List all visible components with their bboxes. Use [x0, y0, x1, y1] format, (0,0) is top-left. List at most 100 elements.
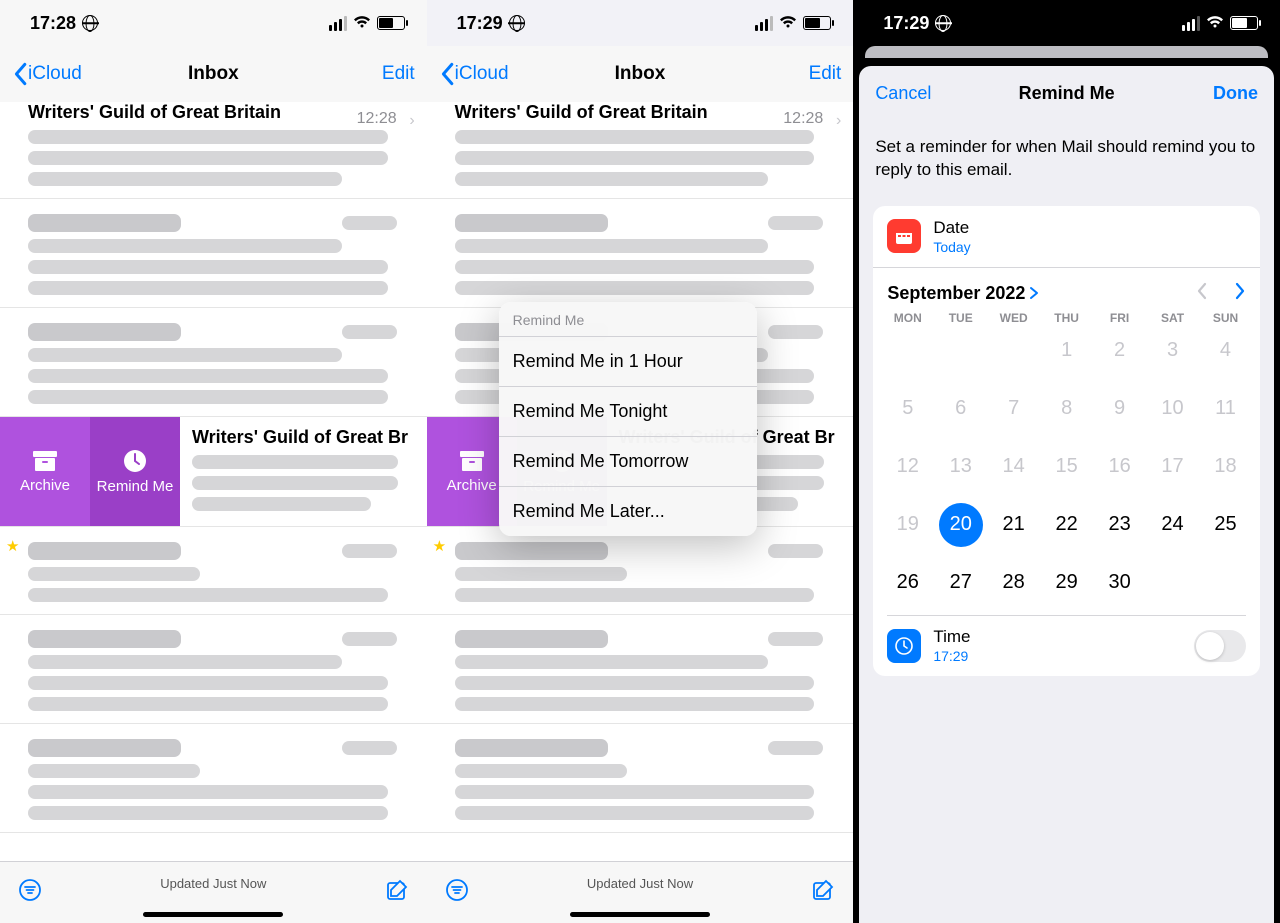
calendar-day[interactable]: 22	[1040, 503, 1093, 547]
edit-button[interactable]: Edit	[809, 63, 842, 85]
sheet-description: Set a reminder for when Mail should remi…	[859, 120, 1274, 206]
calendar-day[interactable]: 11	[1199, 387, 1252, 431]
calendar-day[interactable]: 3	[1146, 329, 1199, 373]
calendar-day[interactable]: 20	[934, 503, 987, 547]
location-icon	[935, 15, 951, 31]
calendar-day[interactable]: 27	[934, 561, 987, 605]
toolbar: Updated Just Now	[0, 861, 427, 923]
calendar-day[interactable]: 25	[1199, 503, 1252, 547]
pane-inbox-swipe: 17:28 iCloud Inbox Edit Writers' Guild o…	[0, 0, 427, 923]
home-indicator[interactable]	[143, 912, 283, 917]
cellular-icon	[1182, 16, 1200, 31]
calendar-day[interactable]: 10	[1146, 387, 1199, 431]
done-button[interactable]: Done	[1213, 83, 1258, 104]
status-time: 17:28	[30, 13, 76, 34]
mail-row[interactable]: Writers' Guild of Great Britain 12:28 ›	[0, 102, 427, 199]
mail-row[interactable]: ★	[0, 527, 427, 615]
mail-list[interactable]: Writers' Guild of Great Britain 12:28 › …	[0, 102, 427, 861]
reminder-card: Date Today September 2022 MONTUEWEDTHUFR…	[873, 206, 1260, 677]
calendar-day[interactable]: 23	[1093, 503, 1146, 547]
sender: Writers' Guild of Great Britain	[28, 102, 411, 123]
pane-remind-sheet: 17:29 Cancel Remind Me Done Set a remind…	[853, 0, 1280, 923]
calendar-day[interactable]: 6	[934, 387, 987, 431]
cancel-button[interactable]: Cancel	[875, 83, 931, 104]
cellular-icon	[329, 16, 347, 31]
calendar-day[interactable]: 5	[881, 387, 934, 431]
chevron-right-icon: ›	[409, 112, 414, 130]
remind-tonight-option[interactable]: Remind Me Tonight	[499, 387, 757, 437]
calendar-day[interactable]: 12	[881, 445, 934, 489]
calendar-day[interactable]: 1	[1040, 329, 1093, 373]
status-bar: 17:29	[853, 0, 1280, 46]
calendar-day[interactable]: 24	[1146, 503, 1199, 547]
home-indicator[interactable]	[570, 912, 710, 917]
next-month-button[interactable]	[1234, 282, 1246, 305]
clock-icon	[887, 629, 921, 663]
time-value: 17:29	[933, 648, 970, 664]
prev-month-button[interactable]	[1196, 282, 1208, 305]
calendar-grid: 1234567891011121314151617181920212223242…	[873, 325, 1260, 615]
calendar-day[interactable]: 17	[1146, 445, 1199, 489]
calendar-day[interactable]: 4	[1199, 329, 1252, 373]
time-row[interactable]: Time 17:29	[873, 615, 1260, 676]
sheet-nav: Cancel Remind Me Done	[859, 66, 1274, 120]
toolbar: Updated Just Now	[427, 861, 854, 923]
mail-row[interactable]	[0, 199, 427, 308]
wifi-icon	[1206, 13, 1224, 34]
mail-row-swiped[interactable]: Archive Remind Me Writers' Guild of Grea…	[0, 417, 427, 527]
location-icon	[82, 15, 98, 31]
calendar-day	[1146, 561, 1199, 605]
calendar-day[interactable]: 26	[881, 561, 934, 605]
status-bar: 17:28	[0, 0, 427, 46]
archive-icon	[32, 450, 58, 472]
mail-row[interactable]	[427, 199, 854, 308]
remind-tomorrow-option[interactable]: Remind Me Tomorrow	[499, 437, 757, 487]
calendar-day[interactable]: 14	[987, 445, 1040, 489]
calendar-day[interactable]: 13	[934, 445, 987, 489]
calendar-day[interactable]: 18	[1199, 445, 1252, 489]
month-picker[interactable]: September 2022	[887, 283, 1039, 304]
swipe-archive-button[interactable]: Archive	[0, 417, 90, 526]
mail-row[interactable]: Writers' Guild of Great Britain 12:28 ›	[427, 102, 854, 199]
date-row[interactable]: Date Today	[873, 206, 1260, 268]
mail-row[interactable]: ★	[427, 527, 854, 615]
date-label: Date	[933, 218, 970, 238]
calendar-day[interactable]: 21	[987, 503, 1040, 547]
calendar-header: September 2022	[873, 268, 1260, 311]
back-button[interactable]: iCloud	[12, 62, 82, 86]
mail-row[interactable]	[0, 308, 427, 417]
calendar-day[interactable]: 28	[987, 561, 1040, 605]
calendar-day[interactable]: 19	[881, 503, 934, 547]
mail-row[interactable]	[427, 724, 854, 833]
edit-button[interactable]: Edit	[382, 63, 415, 85]
time-toggle[interactable]	[1194, 630, 1246, 662]
calendar-day[interactable]: 16	[1093, 445, 1146, 489]
cellular-icon	[755, 16, 773, 31]
mail-row[interactable]	[0, 615, 427, 724]
mail-list[interactable]: Writers' Guild of Great Britain 12:28 › …	[427, 102, 854, 861]
wifi-icon	[779, 13, 797, 34]
calendar-day[interactable]: 9	[1093, 387, 1146, 431]
days-of-week: MONTUEWEDTHUFRISATSUN	[873, 311, 1260, 325]
status-time: 17:29	[883, 13, 929, 34]
status-time: 17:29	[457, 13, 503, 34]
calendar-day[interactable]: 8	[1040, 387, 1093, 431]
calendar-day	[881, 329, 934, 373]
calendar-day[interactable]: 7	[987, 387, 1040, 431]
remind-1hour-option[interactable]: Remind Me in 1 Hour	[499, 337, 757, 387]
swipe-remind-button[interactable]: Remind Me	[90, 417, 180, 526]
chevron-right-icon: ›	[836, 112, 841, 130]
calendar-day[interactable]: 30	[1093, 561, 1146, 605]
time-label: Time	[933, 627, 970, 647]
clock-icon	[123, 449, 147, 473]
calendar-day[interactable]: 15	[1040, 445, 1093, 489]
remind-later-option[interactable]: Remind Me Later...	[499, 487, 757, 536]
calendar-day[interactable]: 2	[1093, 329, 1146, 373]
back-button[interactable]: iCloud	[439, 62, 509, 86]
battery-icon	[803, 16, 831, 30]
calendar-day[interactable]: 29	[1040, 561, 1093, 605]
pane-inbox-popover: 17:29 iCloud Inbox Edit Writers' Guild o…	[427, 0, 854, 923]
mail-row[interactable]	[427, 615, 854, 724]
mail-row[interactable]	[0, 724, 427, 833]
chevron-right-icon	[1029, 286, 1039, 300]
